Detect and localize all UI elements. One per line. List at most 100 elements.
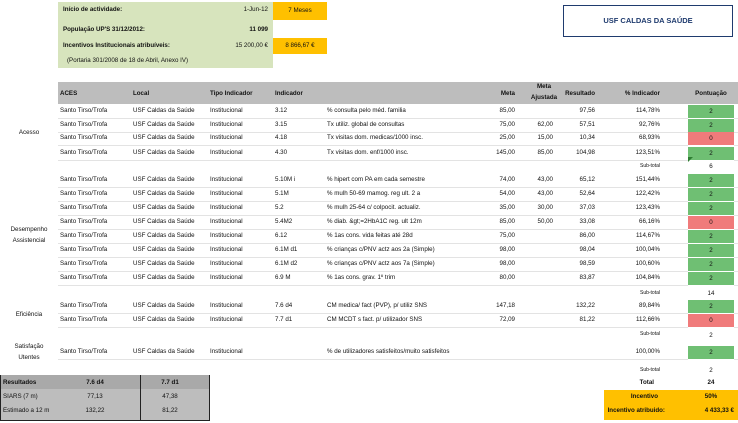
results-row1-v2: 47,38 [162, 393, 178, 400]
cell-tipo: Institucional [210, 348, 243, 355]
results-row1-v1: 77,13 [87, 393, 103, 400]
score-cell: 2 [688, 272, 734, 286]
cell-aces: Santo Tirso/Trofa [60, 204, 108, 211]
incentivo-atribuido-value: 4 433,33 € [704, 407, 734, 414]
results-row2-label: Estimado a 12 m [3, 407, 50, 414]
cell-pct: 92,76% [639, 121, 660, 128]
cell-local: USF Caldas da Saúde [133, 316, 195, 323]
cell-pct: 68,93% [639, 134, 660, 141]
subtotal-desempenho-value: 14 [707, 290, 715, 297]
cell-res: 37,03 [579, 204, 595, 211]
subtotal-satisfacao-value: 2 [709, 367, 713, 374]
cell-aces: Santo Tirso/Trofa [60, 302, 108, 309]
header-aces: ACES [60, 90, 78, 97]
cell-pct: 122,42% [635, 190, 660, 197]
population-label: População UP'S 31/12/2012: [63, 26, 145, 33]
cell-pct: 66,16% [639, 218, 660, 225]
cell-desc: Tx utiliz. global de consultas [327, 121, 405, 128]
cell-local: USF Caldas da Saúde [133, 302, 195, 309]
cell-meta-aj: 15,00 [537, 134, 553, 141]
cell-meta: 72,09 [499, 316, 515, 323]
cell-code: 6.12 [275, 232, 288, 239]
cell-meta: 85,00 [499, 107, 515, 114]
cell-meta: 54,00 [499, 190, 515, 197]
header-local: Local [133, 90, 150, 97]
cell-res: 52,64 [579, 190, 595, 197]
cell-tipo: Institucional [210, 274, 243, 281]
cell-tipo: Institucional [210, 149, 243, 156]
cell-desc: % mulh 50-69 mamog. reg ult. 2 a [327, 190, 421, 197]
cell-pct: 100,60% [635, 260, 660, 267]
cell-res: 83,87 [579, 274, 595, 281]
score-cell: 2 [688, 258, 734, 272]
cell-meta-aj: 85,00 [537, 149, 553, 156]
start-value: 1-Jun-12 [243, 6, 268, 13]
score-cell: 2 [688, 300, 734, 314]
cell-pct: 123,43% [635, 204, 660, 211]
cell-local: USF Caldas da Saúde [133, 190, 195, 197]
cell-local: USF Caldas da Saúde [133, 232, 195, 239]
cell-desc: % consulta pelo méd. familia [327, 107, 406, 114]
cell-desc: % diab. &gt;=2HbA1C reg. ult 12m [327, 218, 422, 225]
header-meta: Meta [500, 90, 515, 97]
cell-meta-aj: 43,00 [537, 176, 553, 183]
cell-tipo: Institucional [210, 190, 243, 197]
cell-meta: 74,00 [499, 176, 515, 183]
results-row2-v1: 132,22 [85, 407, 105, 414]
score-cell: 2 [688, 346, 734, 360]
cell-desc: CM MCDT s fact. p/ utilizador SNS [327, 316, 423, 323]
cell-meta-aj: 62,00 [537, 121, 553, 128]
cell-meta: 98,00 [499, 246, 515, 253]
cell-desc: Tx visitas dom. medicas/1000 insc. [327, 134, 423, 141]
cell-tipo: Institucional [210, 121, 243, 128]
cell-pct: 114,78% [636, 107, 660, 114]
results-header-label: Resultados [3, 379, 37, 386]
row-divider [58, 145, 738, 146]
cell-res: 57,51 [579, 121, 595, 128]
cell-meta: 80,00 [499, 274, 515, 281]
results-col1: 7.6 d4 [86, 379, 104, 386]
cell-pct: 89,84% [639, 302, 660, 309]
incentive-value: 15 200,00 € [235, 42, 268, 49]
cell-tipo: Institucional [210, 107, 243, 114]
cell-res: 86,00 [579, 232, 595, 239]
cell-local: USF Caldas da Saúde [133, 149, 195, 156]
cell-desc: % 1as cons. vida feitas até 28d [327, 232, 413, 239]
header-tipo: Tipo Indicador [210, 90, 253, 97]
cell-aces: Santo Tirso/Trofa [60, 134, 108, 141]
cell-tipo: Institucional [210, 260, 243, 267]
group-acesso: Acesso [18, 129, 40, 136]
cell-res: 10,34 [579, 134, 595, 141]
cell-local: USF Caldas da Saúde [133, 246, 195, 253]
score-cell: 2 [688, 202, 734, 216]
cell-desc: CM medica/ fact (PVP), p/ utiliz SNS [327, 302, 428, 309]
total-label: Total [639, 379, 654, 386]
cell-meta: 75,00 [499, 232, 515, 239]
score-cell: 2 [688, 174, 734, 188]
cell-code: 7.6 d4 [275, 302, 293, 309]
group-assistencial: Assistencial [12, 237, 46, 244]
subtotal-acesso-label: Sub-total [639, 163, 660, 169]
incentivo-label: Incentivo [630, 393, 658, 400]
unit-title: USF CALDAS DA SAÚDE [563, 5, 733, 37]
results-col2: 7.7 d1 [161, 379, 179, 386]
header-pct: % Indicador [624, 90, 660, 97]
cell-local: USF Caldas da Saúde [133, 204, 195, 211]
header-indicador: Indicador [275, 90, 303, 97]
cell-aces: Santo Tirso/Trofa [60, 190, 108, 197]
cell-pct: 123,51% [635, 149, 660, 156]
row-divider [58, 285, 738, 286]
comment-marker [688, 157, 693, 162]
cell-code: 3.15 [275, 121, 288, 128]
score-cell: 2 [688, 147, 734, 161]
cell-code: 5.2 [275, 204, 284, 211]
incentive-label: Incentivos Institucionais atribuíveis: [63, 42, 170, 49]
cell-aces: Santo Tirso/Trofa [60, 107, 108, 114]
cell-local: USF Caldas da Saúde [133, 218, 195, 225]
cell-tipo: Institucional [210, 316, 243, 323]
incentivo-atribuido-label: Incentivo atribuido: [607, 407, 665, 414]
cell-meta-aj: 50,00 [537, 218, 553, 225]
incentive-badge: 8 866,67 € [273, 38, 327, 54]
cell-tipo: Institucional [210, 134, 243, 141]
row-divider [58, 359, 738, 360]
